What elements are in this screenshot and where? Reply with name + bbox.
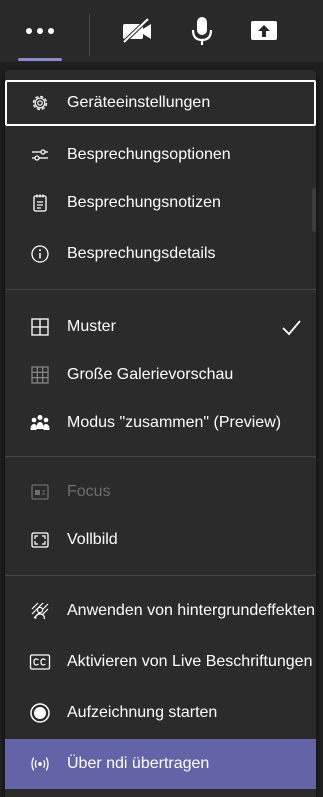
- menu-item-broadcast-ndi[interactable]: Über ndi übertragen: [5, 739, 316, 789]
- share-screen-icon: [249, 18, 279, 44]
- menu-item-label: Muster: [67, 318, 116, 335]
- info-icon: [29, 243, 51, 265]
- focus-icon: [29, 481, 51, 503]
- menu-item-label: Geräteeinstellungen: [67, 94, 211, 111]
- menu-item-label: Besprechungsoptionen: [67, 146, 231, 163]
- menu-item-start-recording[interactable]: Aufzeichnung starten: [5, 690, 316, 736]
- menu-item-label: Über ndi übertragen: [67, 755, 210, 772]
- large-gallery-icon: [29, 364, 51, 386]
- menu-item-gallery[interactable]: Muster: [5, 304, 316, 350]
- menu-item-label: Große Galerievorschau: [67, 366, 234, 383]
- menu-item-label: Aktivieren von Live Beschriftungen: [67, 653, 313, 670]
- background-effects-icon: [29, 600, 51, 622]
- ellipsis-icon: [25, 27, 55, 35]
- menu-item-label: Vollbild: [67, 531, 118, 548]
- menu-item-meeting-details[interactable]: Besprechungsdetails: [5, 231, 316, 277]
- menu-item-live-captions[interactable]: Aktivieren von Live Beschriftungen: [5, 639, 316, 685]
- more-options-button[interactable]: [15, 6, 65, 56]
- menu-item-meeting-notes[interactable]: Besprechungsnotizen: [5, 180, 316, 226]
- fullscreen-icon: [29, 529, 51, 551]
- menu-item-fullscreen[interactable]: Vollbild: [5, 517, 316, 563]
- menu-divider: [5, 456, 316, 457]
- menu-item-label: Besprechungsdetails: [67, 245, 216, 262]
- menu-item-focus: Focus: [5, 469, 316, 515]
- menu-item-label: Focus: [67, 483, 111, 500]
- menu-item-label: Aufzeichnung starten: [67, 704, 218, 721]
- menu-item-large-gallery[interactable]: Große Galerievorschau: [5, 352, 316, 398]
- checkmark-icon: [280, 316, 302, 338]
- camera-toggle-button[interactable]: [112, 6, 162, 56]
- broadcast-icon: [29, 753, 51, 775]
- menu-divider: [5, 289, 316, 290]
- more-options-indicator: [18, 58, 62, 61]
- menu-item-meeting-options[interactable]: Besprechungsoptionen: [5, 132, 316, 178]
- notepad-icon: [29, 192, 51, 214]
- more-options-menu: Geräteeinstellungen Besprechungsoptionen: [5, 70, 316, 797]
- menu-item-label: Anwenden von hintergrundeffekten: [67, 602, 315, 619]
- menu-item-device-settings[interactable]: Geräteeinstellungen: [5, 80, 316, 126]
- share-screen-button[interactable]: [239, 6, 289, 56]
- sliders-icon: [29, 144, 51, 166]
- gear-icon: [29, 92, 51, 114]
- record-icon: [29, 702, 51, 724]
- menu-item-background-effects[interactable]: Anwenden von hintergrundeffekten: [5, 588, 316, 634]
- microphone-icon: [190, 16, 214, 46]
- menu-item-together-mode[interactable]: Modus "zusammen" (Preview): [5, 400, 316, 446]
- grid-icon: [29, 316, 51, 338]
- meeting-toolbar: [0, 0, 323, 62]
- menu-item-label: Modus "zusammen" (Preview): [67, 414, 282, 431]
- people-icon: [29, 412, 51, 434]
- menu-item-label: Besprechungsnotizen: [67, 194, 221, 211]
- menu-divider: [5, 575, 316, 576]
- toolbar-divider: [89, 14, 90, 56]
- camera-off-icon: [121, 18, 153, 44]
- microphone-toggle-button[interactable]: [177, 6, 227, 56]
- closed-captions-icon: [29, 651, 51, 673]
